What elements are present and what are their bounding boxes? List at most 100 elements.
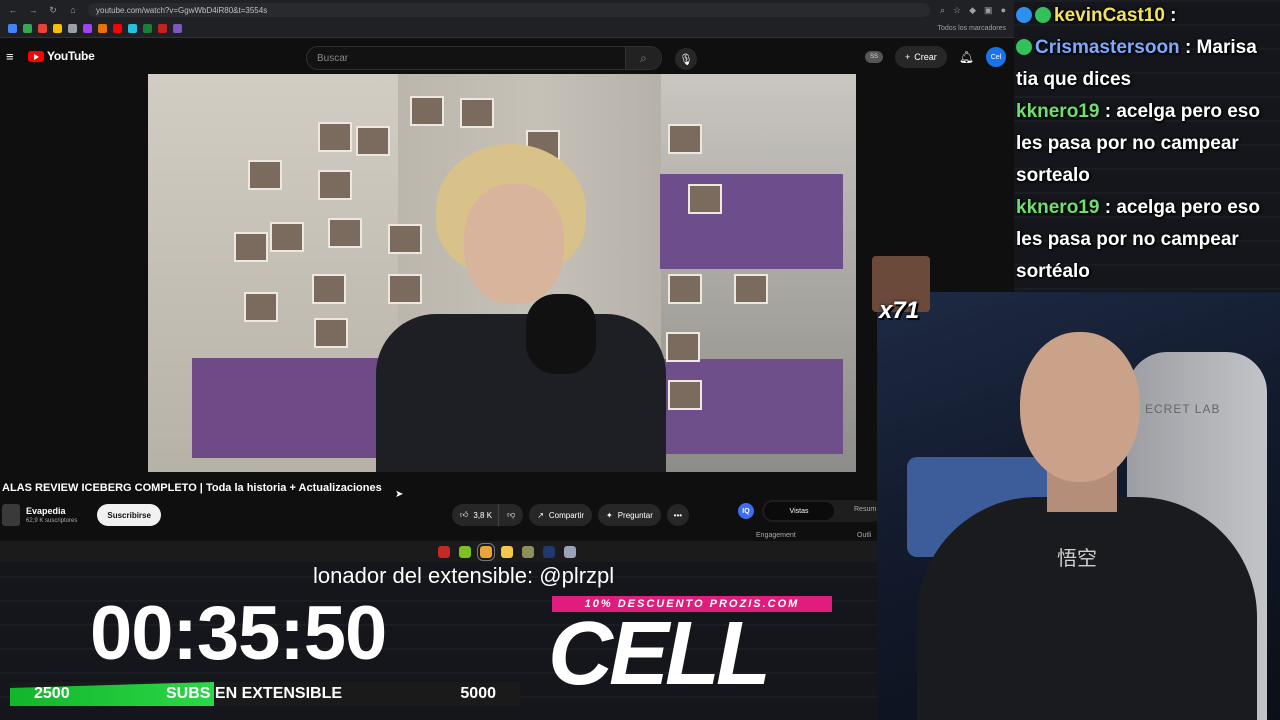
app-icon[interactable] xyxy=(564,545,576,558)
bookmark-star-icon[interactable]: ☆ xyxy=(953,5,961,16)
dislike-button[interactable]: 👎︎ xyxy=(498,504,524,526)
bookmark-icon[interactable] xyxy=(98,24,107,33)
channel-name[interactable]: Evapedia xyxy=(26,506,77,516)
bookmark-icon[interactable] xyxy=(23,24,32,33)
address-bar-url: youtube.com/watch?v=GgwWbD4iR80&t=3554s xyxy=(96,5,268,15)
bookmark-icon[interactable] xyxy=(68,24,77,33)
create-button[interactable]: + Crear xyxy=(894,46,947,68)
video-photo xyxy=(410,96,444,126)
youtube-header-actions: SS + Crear 🔔︎ Cel xyxy=(864,46,1006,68)
subs-progress-bar: 2500 SUBS EN EXTENSIBLE 5000 xyxy=(10,682,520,706)
subscribe-button[interactable]: Suscribirse xyxy=(97,504,161,526)
bookmark-icon[interactable] xyxy=(8,24,17,33)
bookmark-icon[interactable] xyxy=(158,24,167,33)
reload-icon[interactable]: ↻ xyxy=(48,5,58,16)
ask-label: Preguntar xyxy=(617,510,653,520)
like-button[interactable]: 👍︎ 3,8 K xyxy=(452,504,499,526)
taskbar xyxy=(0,541,1014,562)
photoshop-icon[interactable] xyxy=(543,545,555,558)
streamer-head xyxy=(1020,332,1140,482)
share-button[interactable]: ↗ Compartir xyxy=(529,504,593,526)
progress-goal-label: 5000 xyxy=(460,685,496,702)
extension-icon[interactable]: ◆ xyxy=(969,5,976,16)
bookmark-icon[interactable] xyxy=(53,24,62,33)
address-bar[interactable]: youtube.com/watch?v=GgwWbD4iR80&t=3554s xyxy=(88,3,930,17)
video-host xyxy=(376,144,666,472)
microphone-icon: 🎙︎ xyxy=(679,53,693,66)
bookmark-icon[interactable] xyxy=(173,24,182,33)
home-icon[interactable]: ⌂ xyxy=(68,5,78,15)
stream-chat: kevinCast10 : Crismastersoon : Marisa ti… xyxy=(1016,0,1280,292)
engagement-label: Engagement xyxy=(756,532,796,539)
channel-avatar[interactable] xyxy=(2,504,20,526)
search-button[interactable]: ⌕ xyxy=(625,47,661,69)
back-icon[interactable]: ← xyxy=(8,5,18,15)
xbox-icon[interactable] xyxy=(459,545,471,558)
menu-icon[interactable]: ≡ xyxy=(6,49,20,64)
chat-message: Crismastersoon : Marisa tia que dices xyxy=(1016,32,1280,96)
chat-message: kknero19 : acelga pero eso les pasa por … xyxy=(1016,96,1280,192)
bookmark-icon[interactable] xyxy=(38,24,47,33)
video-drawer xyxy=(192,358,402,458)
like-count: 3,8 K xyxy=(473,510,493,520)
bookmarks-folder[interactable]: Todos los marcadores xyxy=(938,25,1006,32)
share-label: Compartir xyxy=(548,510,585,520)
bookmark-icon[interactable] xyxy=(128,24,137,33)
progress-title: SUBS EN EXTENSIBLE xyxy=(166,685,343,702)
thumbs-up-icon: 👍︎ xyxy=(460,510,469,519)
share-icon: ↗ xyxy=(537,510,544,520)
chat-username: kknero19 xyxy=(1016,101,1100,122)
obs-icon[interactable] xyxy=(438,545,450,558)
user-avatar[interactable]: Cel xyxy=(986,47,1006,67)
video-photo xyxy=(668,274,702,304)
bookmark-icon[interactable] xyxy=(143,24,152,33)
chat-separator: : xyxy=(1099,197,1112,218)
subathon-timer: 00:35:50 xyxy=(90,591,387,676)
browser-toolbar: ← → ↻ ⌂ youtube.com/watch?v=GgwWbD4iR80&… xyxy=(0,0,1014,20)
video-photo xyxy=(734,274,768,304)
zoom-icon[interactable]: ⌕ xyxy=(940,5,945,16)
bookmark-icon[interactable] xyxy=(113,24,122,33)
profile-icon[interactable]: ● xyxy=(1001,5,1006,16)
chat-separator: : xyxy=(1179,37,1192,58)
chat-message: kevinCast10 : xyxy=(1016,0,1280,32)
analytics-logo[interactable]: IQ xyxy=(738,503,754,519)
tab-resumen[interactable]: Resum xyxy=(854,506,876,513)
create-label: Crear xyxy=(914,52,937,62)
puzzle-icon[interactable]: ▣ xyxy=(984,5,993,16)
progress-start-label: 2500 xyxy=(34,685,70,702)
folder-icon[interactable] xyxy=(501,545,513,558)
ask-button[interactable]: ✦ Preguntar xyxy=(598,504,661,526)
channel-meta: Evapedia 62,9 K suscriptores xyxy=(26,506,77,524)
ticker-message: lonador del extensible: @plrzpl xyxy=(313,563,615,588)
search-input[interactable]: Buscar ⌕ xyxy=(306,46,662,70)
chat-badge-icon xyxy=(1035,7,1051,23)
extension-badge[interactable]: SS xyxy=(864,51,883,63)
video-photo xyxy=(314,318,348,348)
forward-icon[interactable]: → xyxy=(28,5,38,15)
voice-search-button[interactable]: 🎙︎ xyxy=(675,48,697,70)
youtube-play-icon xyxy=(28,50,44,62)
video-photo xyxy=(688,184,722,214)
more-actions-button[interactable]: ••• xyxy=(666,504,689,526)
analytics-panel: IQ Vistas Resum Engagement Outli xyxy=(726,497,882,541)
video-photo xyxy=(318,122,352,152)
video-player[interactable] xyxy=(148,74,856,472)
tab-vistas[interactable]: Vistas xyxy=(764,502,834,520)
chrome-icon[interactable] xyxy=(477,542,495,561)
chat-username: kevinCast10 xyxy=(1054,5,1165,26)
mouse-cursor-icon: ➤ xyxy=(395,489,404,500)
video-title: ALAS REVIEW ICEBERG COMPLETO | Toda la h… xyxy=(2,482,382,494)
notifications-bell-icon[interactable]: 🔔︎ xyxy=(959,50,974,64)
bookmark-icon[interactable] xyxy=(83,24,92,33)
search-icon: ⌕ xyxy=(640,50,647,65)
more-icon: ••• xyxy=(673,510,683,520)
minecraft-icon[interactable] xyxy=(522,545,534,558)
analytics-tabs: Vistas Resum xyxy=(762,500,882,522)
chat-separator: : xyxy=(1164,5,1177,26)
browser-extensions: ⌕ ☆ ◆ ▣ ● xyxy=(940,5,1006,16)
youtube-logo[interactable]: YouTube xyxy=(28,49,95,63)
video-photo xyxy=(234,232,268,262)
video-photo xyxy=(312,274,346,304)
chat-message: kknero19 : acelga pero eso les pasa por … xyxy=(1016,192,1280,288)
